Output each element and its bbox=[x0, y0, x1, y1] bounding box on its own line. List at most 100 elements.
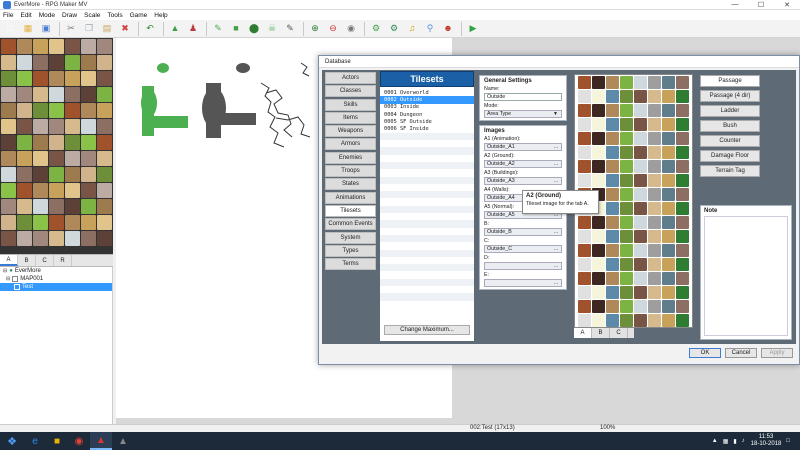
palette-tile[interactable] bbox=[81, 183, 96, 198]
clock[interactable]: 11:53 18-10-2018 bbox=[751, 434, 782, 448]
tileset-tile[interactable] bbox=[592, 146, 605, 159]
palette-tile[interactable] bbox=[49, 103, 64, 118]
rpg-maker-icon[interactable]: ▲ bbox=[90, 432, 112, 450]
tileset-tile[interactable] bbox=[606, 146, 619, 159]
tileset-tile[interactable] bbox=[592, 230, 605, 243]
palette-tile[interactable] bbox=[81, 135, 96, 150]
tileset-tile[interactable] bbox=[620, 216, 633, 229]
new-file-button[interactable]: □ bbox=[3, 22, 17, 36]
tileset-tile[interactable] bbox=[578, 146, 591, 159]
delete-button[interactable]: ✖ bbox=[118, 22, 132, 36]
tileset-tile[interactable] bbox=[648, 300, 661, 313]
tileset-tile[interactable] bbox=[676, 272, 689, 285]
tileset-tile[interactable] bbox=[676, 202, 689, 215]
palette-tile[interactable] bbox=[33, 167, 48, 182]
tileset-tile[interactable] bbox=[578, 216, 591, 229]
palette-tile[interactable] bbox=[17, 103, 32, 118]
name-field[interactable]: Outside bbox=[484, 93, 562, 101]
minimize-button[interactable]: — bbox=[722, 0, 748, 10]
tileset-tile[interactable] bbox=[662, 314, 675, 327]
palette-tile[interactable] bbox=[65, 119, 80, 134]
tileset-tile[interactable] bbox=[578, 76, 591, 89]
tileset-tile[interactable] bbox=[578, 90, 591, 103]
palette-tile[interactable] bbox=[49, 39, 64, 54]
list-item-empty[interactable] bbox=[380, 169, 474, 176]
palette-tile[interactable] bbox=[97, 71, 112, 86]
tileset-tile[interactable] bbox=[648, 188, 661, 201]
list-item-empty[interactable] bbox=[380, 257, 474, 264]
palette-tile[interactable] bbox=[65, 199, 80, 214]
pencil-button[interactable]: ✎ bbox=[211, 22, 225, 36]
tileset-tile[interactable] bbox=[634, 132, 647, 145]
tileset-tile[interactable] bbox=[634, 146, 647, 159]
palette-tile[interactable] bbox=[81, 87, 96, 102]
palette-tile[interactable] bbox=[1, 135, 16, 150]
list-item[interactable]: 0005 SF Outside bbox=[380, 118, 474, 125]
tileset-tile[interactable] bbox=[592, 76, 605, 89]
tree-map[interactable]: ⊟ MAP001 bbox=[0, 275, 112, 283]
list-item-empty[interactable] bbox=[380, 155, 474, 162]
palette-tile[interactable] bbox=[33, 199, 48, 214]
menu-mode[interactable]: Mode bbox=[39, 12, 55, 19]
volume-icon[interactable]: ♪ bbox=[742, 438, 745, 444]
tileset-tile[interactable] bbox=[662, 258, 675, 271]
collapse-icon[interactable]: ⊟ bbox=[3, 268, 7, 274]
list-item-empty[interactable] bbox=[380, 213, 474, 220]
list-item-empty[interactable] bbox=[380, 271, 474, 278]
tileset-tile[interactable] bbox=[676, 146, 689, 159]
ok-button[interactable]: OK bbox=[689, 348, 721, 358]
tileset-tile[interactable] bbox=[634, 160, 647, 173]
palette-tile[interactable] bbox=[97, 183, 112, 198]
tileset-tile[interactable] bbox=[648, 118, 661, 131]
tileset-tile[interactable] bbox=[606, 90, 619, 103]
category-common-events[interactable]: Common Events bbox=[325, 218, 376, 231]
list-item-empty[interactable] bbox=[380, 161, 474, 170]
palette-tile[interactable] bbox=[33, 119, 48, 134]
category-animations[interactable]: Animations bbox=[325, 191, 376, 204]
palette-tile[interactable] bbox=[97, 87, 112, 102]
tileset-tile[interactable] bbox=[634, 300, 647, 313]
palette-tile[interactable] bbox=[65, 151, 80, 166]
tileset-tile[interactable] bbox=[592, 272, 605, 285]
list-item-empty[interactable] bbox=[380, 278, 474, 287]
palette-tile[interactable] bbox=[17, 119, 32, 134]
palette-tile[interactable] bbox=[65, 87, 80, 102]
list-item-empty[interactable] bbox=[380, 132, 474, 141]
palette-tile[interactable] bbox=[65, 183, 80, 198]
database-button[interactable]: ⚙ bbox=[369, 22, 383, 36]
tileset-tile[interactable] bbox=[676, 314, 689, 327]
tree-map-test[interactable]: Test bbox=[0, 283, 112, 291]
palette-tile[interactable] bbox=[1, 151, 16, 166]
list-item[interactable]: 0001 Overworld bbox=[380, 89, 474, 96]
menu-draw[interactable]: Draw bbox=[62, 12, 77, 19]
tileset-tile[interactable] bbox=[676, 90, 689, 103]
tileset-tile[interactable] bbox=[634, 90, 647, 103]
list-item-empty[interactable] bbox=[380, 205, 474, 214]
mode-select[interactable]: Area Type ▼ bbox=[484, 110, 562, 118]
palette-tile[interactable] bbox=[17, 183, 32, 198]
playtest-button[interactable]: ▶ bbox=[466, 22, 480, 36]
map-mode-button[interactable]: ▲ bbox=[168, 22, 182, 36]
tileset-tile[interactable] bbox=[662, 202, 675, 215]
palette-tile[interactable] bbox=[49, 167, 64, 182]
tileset-tile[interactable] bbox=[676, 286, 689, 299]
palette-tile[interactable] bbox=[17, 151, 32, 166]
tileset-tile[interactable] bbox=[620, 258, 633, 271]
tileset-tile[interactable] bbox=[676, 216, 689, 229]
palette-tile[interactable] bbox=[65, 71, 80, 86]
flag-passage-4-dir[interactable]: Passage (4 dir) bbox=[700, 90, 760, 102]
category-types[interactable]: Types bbox=[325, 244, 376, 257]
palette-tile[interactable] bbox=[17, 231, 32, 246]
tileset-tile[interactable] bbox=[578, 258, 591, 271]
tileset-tile[interactable] bbox=[634, 258, 647, 271]
tileset-tile[interactable] bbox=[634, 286, 647, 299]
tileset-tile[interactable] bbox=[634, 272, 647, 285]
tileset-tile[interactable] bbox=[592, 300, 605, 313]
palette-tile[interactable] bbox=[81, 55, 96, 70]
palette-tile[interactable] bbox=[33, 39, 48, 54]
palette-tile[interactable] bbox=[17, 71, 32, 86]
list-item-empty[interactable] bbox=[380, 293, 474, 301]
palette-tile[interactable] bbox=[65, 231, 80, 246]
tileset-tab-b[interactable]: B bbox=[592, 328, 610, 338]
tileset-tile[interactable] bbox=[606, 160, 619, 173]
